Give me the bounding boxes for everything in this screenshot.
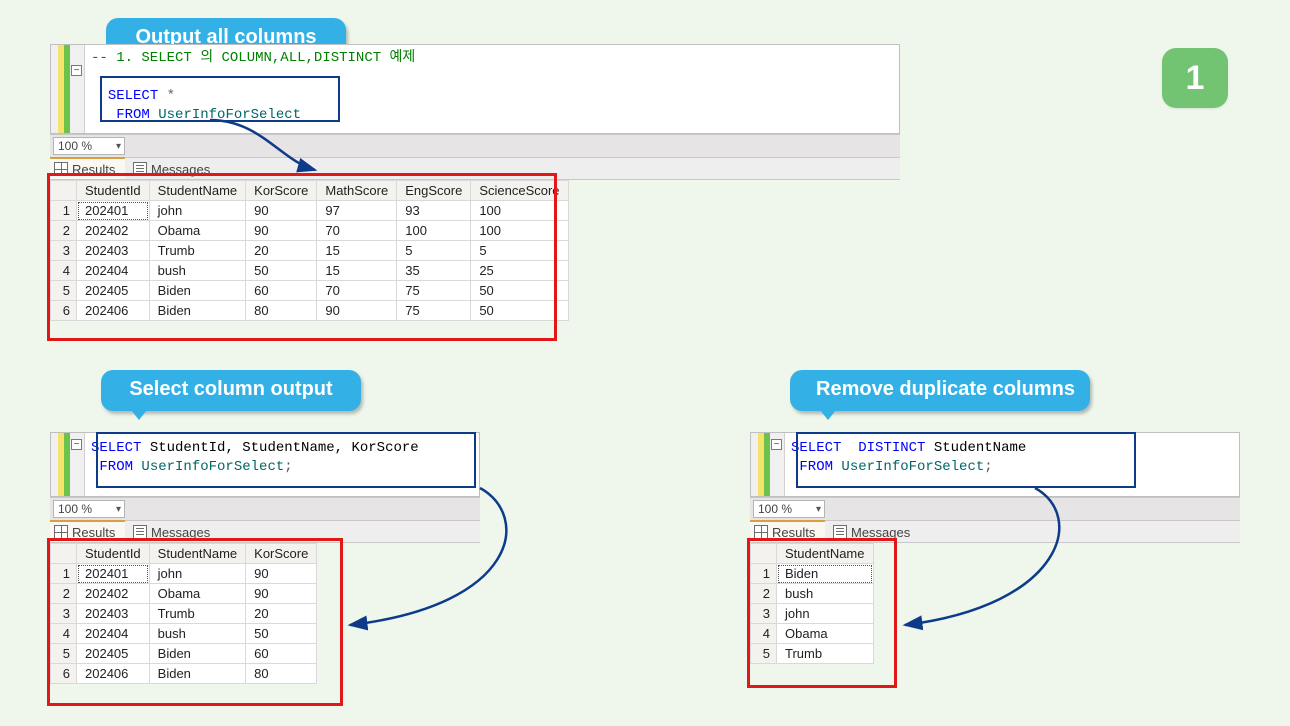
arrow-sql-to-result-left <box>340 485 540 645</box>
fold-toggle-icon[interactable]: − <box>71 439 82 450</box>
editor-gutter: − <box>51 433 85 496</box>
fold-toggle-icon[interactable]: − <box>71 65 82 76</box>
arrow-sql-to-result-top <box>200 115 340 185</box>
zoom-bar-top: 100 % <box>50 134 900 158</box>
arrow-sql-to-result-right <box>895 485 1095 645</box>
zoom-combo[interactable]: 100 % <box>53 500 125 518</box>
fold-toggle-icon[interactable]: − <box>771 439 782 450</box>
editor-gutter: − <box>751 433 785 496</box>
messages-icon <box>133 525 147 539</box>
grid-icon <box>754 525 768 539</box>
zoom-combo[interactable]: 100 % <box>53 137 125 155</box>
sql-highlight-box-left <box>96 432 476 488</box>
result-highlight-box-right <box>747 538 897 688</box>
messages-icon <box>833 525 847 539</box>
page-number-badge: 1 <box>1162 48 1228 108</box>
result-highlight-box-left <box>47 538 343 706</box>
sql-comment: -- 1. SELECT 의 COLUMN,ALL,DISTINCT 예제 <box>91 50 415 66</box>
editor-gutter: − <box>51 45 85 133</box>
sql-highlight-box-right <box>796 432 1136 488</box>
grid-icon <box>54 525 68 539</box>
callout-select-column-output: Select column output <box>101 370 361 411</box>
zoom-combo[interactable]: 100 % <box>753 500 825 518</box>
callout-remove-duplicates: Remove duplicate columns <box>790 370 1090 411</box>
result-highlight-box-top <box>47 173 557 341</box>
